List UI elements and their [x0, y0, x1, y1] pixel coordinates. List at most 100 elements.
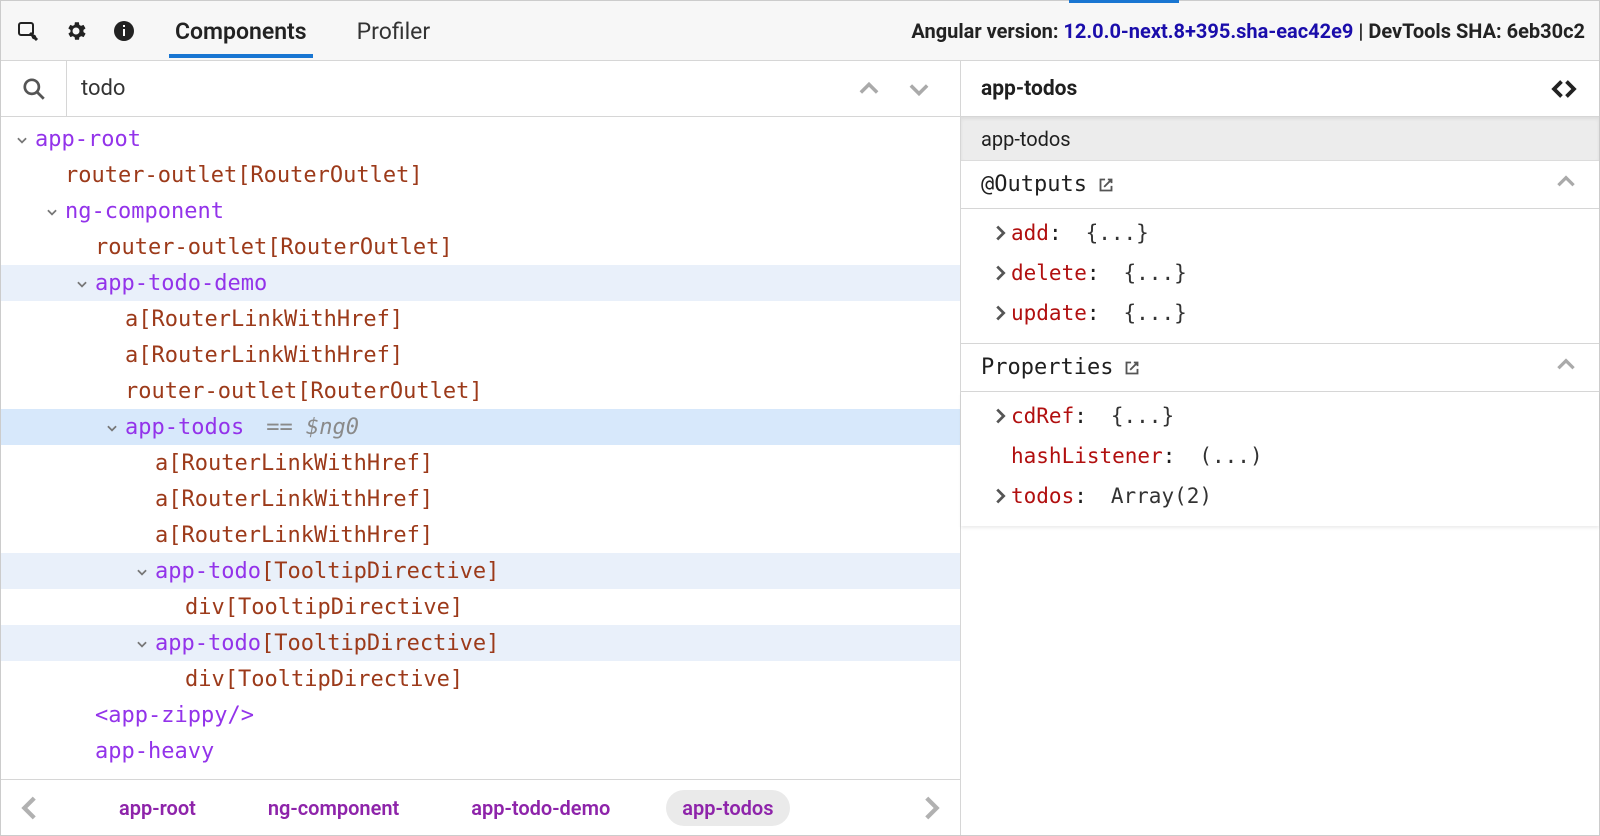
- tree-row[interactable]: a[RouterLinkWithHref]: [1, 337, 960, 373]
- search-nav: [828, 72, 960, 106]
- tree-row[interactable]: app-todo-demo: [1, 265, 960, 301]
- chevron-down-icon[interactable]: [73, 277, 91, 291]
- collapse-outputs-icon[interactable]: [1553, 169, 1579, 201]
- section-properties-title: Properties: [981, 355, 1113, 380]
- breadcrumb-item[interactable]: app-todos: [666, 790, 789, 826]
- breadcrumb-list: app-root ng-component app-todo-demo app-tod…: [63, 790, 898, 826]
- property-value: {...}: [1124, 261, 1187, 285]
- gear-icon[interactable]: [63, 18, 89, 44]
- tree-row[interactable]: app-todos == $ng0: [1, 409, 960, 445]
- section-properties-header[interactable]: Properties: [961, 344, 1599, 392]
- tree-row[interactable]: a[RouterLinkWithHref]: [1, 481, 960, 517]
- tree-node-label: router-outlet[RouterOutlet]: [65, 163, 423, 188]
- chevron-down-icon[interactable]: [13, 133, 31, 147]
- tab-profiler[interactable]: Profiler: [351, 4, 437, 57]
- section-outputs-header[interactable]: @Outputs: [961, 161, 1599, 209]
- property-key: add: [1011, 221, 1049, 245]
- tree-node-label: a[RouterLinkWithHref]: [125, 307, 403, 332]
- tree-node-label: a[RouterLinkWithHref]: [155, 487, 433, 512]
- breadcrumb-item[interactable]: app-root: [103, 790, 212, 826]
- property-row[interactable]: delete : {...}: [961, 253, 1599, 293]
- component-subheader: app-todos: [961, 117, 1599, 161]
- component-tree[interactable]: app-root router-outlet[RouterOutlet] ng-co…: [1, 117, 960, 779]
- selected-component-title: app-todos: [981, 77, 1077, 101]
- breadcrumb-scroll-left[interactable]: [13, 791, 47, 825]
- devtools-sha-label: | DevTools SHA: 6eb30c2: [1353, 19, 1585, 43]
- search-icon[interactable]: [1, 61, 67, 116]
- expand-toggle[interactable]: [989, 405, 1011, 427]
- view-source-button[interactable]: [1549, 74, 1579, 104]
- tree-node-label: div[TooltipDirective]: [185, 667, 463, 692]
- chevron-down-icon[interactable]: [133, 565, 151, 579]
- tree-row[interactable]: a[RouterLinkWithHref]: [1, 517, 960, 553]
- collapse-properties-icon[interactable]: [1553, 352, 1579, 384]
- tree-node-label: router-outlet[RouterOutlet]: [95, 235, 453, 260]
- outputs-list: add : {...}delete : {...}update : {...}: [961, 209, 1599, 344]
- version-info: Angular version: 12.0.0-next.8+395.sha-e…: [911, 19, 1585, 43]
- component-subheader-label: app-todos: [981, 127, 1071, 151]
- breadcrumbs: app-root ng-component app-todo-demo app-tod…: [1, 779, 960, 835]
- breadcrumb-item[interactable]: app-todo-demo: [455, 790, 626, 826]
- tree-row[interactable]: ng-component: [1, 193, 960, 229]
- tree-row[interactable]: app-todo[TooltipDirective]: [1, 625, 960, 661]
- property-key: todos: [1011, 484, 1074, 508]
- left-panel: app-root router-outlet[RouterOutlet] ng-co…: [1, 61, 961, 835]
- chevron-down-icon[interactable]: [43, 205, 61, 219]
- tree-row[interactable]: a[RouterLinkWithHref]: [1, 445, 960, 481]
- loading-indicator: [1069, 0, 1179, 3]
- property-row[interactable]: cdRef : {...}: [961, 396, 1599, 436]
- next-match-button[interactable]: [902, 72, 936, 106]
- tree-node-label: ng-component: [65, 199, 224, 224]
- property-key: cdRef: [1011, 404, 1074, 428]
- tree-row[interactable]: a[RouterLinkWithHref]: [1, 301, 960, 337]
- property-row[interactable]: hashListener : (...): [961, 436, 1599, 476]
- tree-row[interactable]: app-todo[TooltipDirective]: [1, 553, 960, 589]
- right-panel: app-todos app-todos @Outputs add : {...}…: [961, 61, 1599, 835]
- tree-row[interactable]: div[TooltipDirective]: [1, 589, 960, 625]
- property-row[interactable]: update : {...}: [961, 293, 1599, 333]
- search-input[interactable]: [67, 61, 828, 116]
- tree-row[interactable]: router-outlet[RouterOutlet]: [1, 229, 960, 265]
- prev-match-button[interactable]: [852, 72, 886, 106]
- property-key: update: [1011, 301, 1087, 325]
- property-value: {...}: [1111, 404, 1174, 428]
- expand-toggle[interactable]: [989, 262, 1011, 284]
- info-icon[interactable]: [111, 18, 137, 44]
- angular-version-label: Angular version:: [911, 19, 1063, 43]
- property-value: {...}: [1086, 221, 1149, 245]
- open-outputs-icon[interactable]: [1095, 174, 1117, 196]
- tree-node-label: <app-zippy/>: [95, 703, 254, 728]
- top-toolbar: Components Profiler Angular version: 12.…: [1, 1, 1599, 61]
- breadcrumb-item[interactable]: ng-component: [252, 790, 415, 826]
- ng0-indicator: == $ng0: [266, 415, 359, 440]
- chevron-down-icon[interactable]: [133, 637, 151, 651]
- tree-node-label: app-todos: [125, 415, 244, 440]
- tree-row[interactable]: router-outlet[RouterOutlet]: [1, 157, 960, 193]
- chevron-down-icon[interactable]: [103, 421, 121, 435]
- tab-bar: Components Profiler: [169, 4, 436, 57]
- expand-toggle[interactable]: [989, 222, 1011, 244]
- tree-node-label: div[TooltipDirective]: [185, 595, 463, 620]
- search-bar: [1, 61, 960, 117]
- tree-node-label: app-root: [35, 127, 141, 152]
- properties-header: app-todos: [961, 61, 1599, 117]
- tree-node-label: a[RouterLinkWithHref]: [155, 451, 433, 476]
- open-properties-icon[interactable]: [1121, 357, 1143, 379]
- tree-row[interactable]: div[TooltipDirective]: [1, 661, 960, 697]
- property-row[interactable]: add : {...}: [961, 213, 1599, 253]
- tree-row[interactable]: <app-zippy/>: [1, 697, 960, 733]
- property-row[interactable]: todos : Array(2): [961, 476, 1599, 516]
- expand-toggle[interactable]: [989, 302, 1011, 324]
- tree-row[interactable]: app-root: [1, 121, 960, 157]
- inspect-icon[interactable]: [15, 18, 41, 44]
- tree-node-label: router-outlet[RouterOutlet]: [125, 379, 483, 404]
- property-value: Array(2): [1111, 484, 1212, 508]
- property-value: (...): [1199, 444, 1262, 468]
- breadcrumb-scroll-right[interactable]: [914, 791, 948, 825]
- angular-version-link[interactable]: 12.0.0-next.8+395.sha-eac42e9: [1063, 19, 1353, 43]
- tree-row[interactable]: app-heavy: [1, 733, 960, 769]
- expand-toggle[interactable]: [989, 485, 1011, 507]
- tree-row[interactable]: router-outlet[RouterOutlet]: [1, 373, 960, 409]
- tab-components[interactable]: Components: [169, 4, 313, 57]
- property-key: hashListener: [1011, 444, 1163, 468]
